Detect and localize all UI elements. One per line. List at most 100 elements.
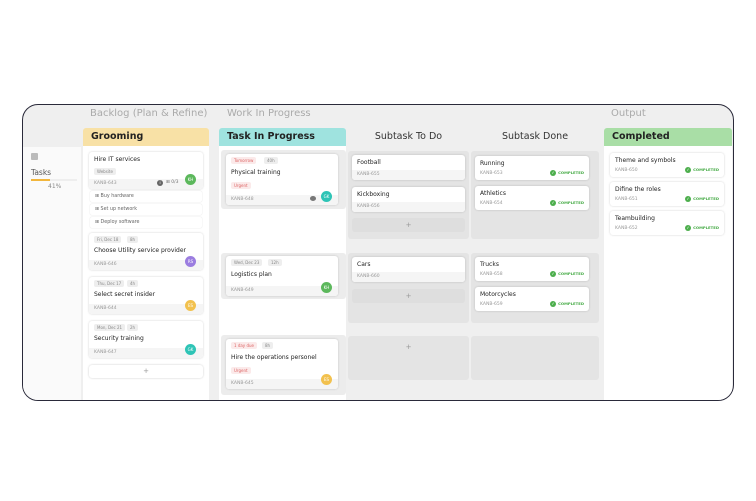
task-card[interactable]: Teambuilding KANB-652 ✓ COMPLETED <box>610 211 724 235</box>
comment-icon[interactable] <box>310 196 316 201</box>
subtask-count: ⊞ 0/3 <box>166 180 178 185</box>
avatar[interactable]: ES <box>321 374 332 385</box>
completed-badge: ✓ COMPLETED <box>550 170 584 176</box>
card-key: KANB-659 <box>480 302 503 307</box>
card-title: Difine the roles <box>615 186 661 193</box>
card-key: KANB-652 <box>615 226 638 231</box>
card-date: Mon, Dec 21 <box>94 324 126 331</box>
check-icon: ✓ <box>550 170 557 176</box>
task-card[interactable]: Theme and symbols KANB-650 ✓ COMPLETED <box>610 153 724 177</box>
avatar[interactable]: ES <box>185 300 196 311</box>
sidebar: Tasks 41% <box>23 147 81 400</box>
collapse-icon[interactable] <box>31 153 38 160</box>
avatar[interactable]: RS <box>185 256 196 267</box>
subtask-card[interactable]: Athletics KANB-654 ✓ COMPLETED <box>475 186 589 210</box>
task-card[interactable]: Difine the roles KANB-651 ✓ COMPLETED <box>610 182 724 206</box>
check-icon: ✓ <box>550 200 557 206</box>
card-tag: Urgent <box>231 182 251 189</box>
add-subtask-button[interactable]: + <box>352 340 465 354</box>
task-card[interactable]: 1 day due 8h Hire the operations persone… <box>226 339 338 389</box>
card-date: Tomorrow <box>231 157 257 164</box>
info-icon[interactable]: i <box>157 180 163 186</box>
subtask-card[interactable]: Trucks KANB-658 ✓ COMPLETED <box>475 257 589 281</box>
add-card-button[interactable]: + <box>89 365 203 378</box>
card-key: KANB-646 <box>94 262 117 267</box>
avatar[interactable]: KH <box>185 174 196 185</box>
subtask-item[interactable]: ⊞ Set up network <box>90 204 202 215</box>
completed-text: COMPLETED <box>558 200 584 205</box>
subtask-label: Buy hardware <box>100 194 134 199</box>
progress-bar <box>31 179 77 181</box>
group-backlog: Backlog (Plan & Refine) <box>90 108 208 119</box>
subtask-card[interactable]: Kickboxing KANB-656 <box>352 187 465 212</box>
task-card[interactable]: Wed, Dec 23 12h Logistics plan KANB-649 … <box>226 256 338 296</box>
card-title: Hire IT services <box>94 156 141 163</box>
card-tag: Website <box>94 168 116 175</box>
card-estimate: 40h <box>264 157 278 164</box>
task-card[interactable]: Hire IT services Website KANB-643 i ⊞ 0/… <box>89 152 203 189</box>
card-title: Theme and symbols <box>615 157 676 164</box>
card-key: KANB-645 <box>231 381 254 386</box>
avatar[interactable]: KH <box>321 282 332 293</box>
task-card[interactable]: Mon, Dec 21 2h Security training KANB-64… <box>89 321 203 358</box>
card-title: Cars <box>357 261 371 268</box>
card-key: KANB-660 <box>357 274 380 279</box>
completed-badge: ✓ COMPLETED <box>550 271 584 277</box>
subtask-card[interactable]: Motorcycles KANB-659 ✓ COMPLETED <box>475 287 589 311</box>
card-title: Physical training <box>231 169 281 176</box>
card-key: KANB-649 <box>231 288 254 293</box>
card-title: Teambuilding <box>615 215 655 222</box>
swimlane-label: Tasks <box>31 168 52 177</box>
card-title: Logistics plan <box>231 271 272 278</box>
subtask-item[interactable]: ⊞ Buy hardware <box>90 191 202 202</box>
progress-percent: 41% <box>48 183 62 190</box>
column-header-grooming[interactable]: Grooming <box>83 128 209 146</box>
card-tag: Urgent <box>231 367 251 374</box>
completed-text: COMPLETED <box>558 170 584 175</box>
column-header-in-progress[interactable]: Task In Progress <box>219 128 346 146</box>
card-key: KANB-648 <box>231 197 254 202</box>
add-subtask-button[interactable]: + <box>352 218 465 232</box>
add-subtask-button[interactable]: + <box>352 289 465 303</box>
task-card[interactable]: Fri, Dec 18 8h Choose Utility service pr… <box>89 233 203 270</box>
column-header-subtask-todo[interactable]: Subtask To Do <box>348 128 469 146</box>
card-key: KANB-651 <box>615 197 638 202</box>
card-title: Hire the operations personel <box>231 354 317 361</box>
column-header-completed[interactable]: Completed <box>604 128 732 146</box>
completed-text: COMPLETED <box>693 196 719 201</box>
card-estimate: 12h <box>268 259 282 266</box>
subtask-count-text: 0/3 <box>171 180 179 185</box>
completed-badge: ✓ COMPLETED <box>685 196 719 202</box>
card-key: KANB-658 <box>480 272 503 277</box>
check-icon: ✓ <box>685 167 692 173</box>
subtask-card[interactable]: Running KANB-653 ✓ COMPLETED <box>475 156 589 180</box>
completed-text: COMPLETED <box>693 167 719 172</box>
completed-badge: ✓ COMPLETED <box>550 200 584 206</box>
column-header-subtask-done[interactable]: Subtask Done <box>471 128 599 146</box>
card-title: Football <box>357 159 381 166</box>
card-date: Fri, Dec 18 <box>94 236 122 243</box>
column-completed: Theme and symbols KANB-650 ✓ COMPLETED Difi… <box>604 146 732 400</box>
group-output: Output <box>611 108 646 119</box>
column-in-progress: Tomorrow 40h Physical training Urgent KA… <box>219 146 346 400</box>
avatar[interactable]: GK <box>185 344 196 355</box>
completed-badge: ✓ COMPLETED <box>550 301 584 307</box>
avatar[interactable]: GK <box>321 191 332 202</box>
completed-badge: ✓ COMPLETED <box>685 225 719 231</box>
card-key: KANB-650 <box>615 168 638 173</box>
swimlane <box>471 336 599 380</box>
subtask-item[interactable]: ⊞ Deploy software <box>90 217 202 228</box>
task-card[interactable]: Thu, Dec 17 4h Select secret insider KAN… <box>89 277 203 314</box>
card-estimate: 2h <box>127 324 139 331</box>
task-card[interactable]: Tomorrow 40h Physical training Urgent KA… <box>226 154 338 205</box>
card-title: Running <box>480 160 505 167</box>
check-icon: ✓ <box>685 196 692 202</box>
subtask-card[interactable]: Cars KANB-660 <box>352 257 465 282</box>
card-title: Trucks <box>480 261 499 268</box>
card-key: KANB-643 <box>94 181 117 186</box>
check-icon: ✓ <box>550 271 557 277</box>
completed-text: COMPLETED <box>558 271 584 276</box>
subtask-label: Deploy software <box>100 220 140 225</box>
completed-text: COMPLETED <box>558 301 584 306</box>
subtask-card[interactable]: Football KANB-655 <box>352 155 465 180</box>
